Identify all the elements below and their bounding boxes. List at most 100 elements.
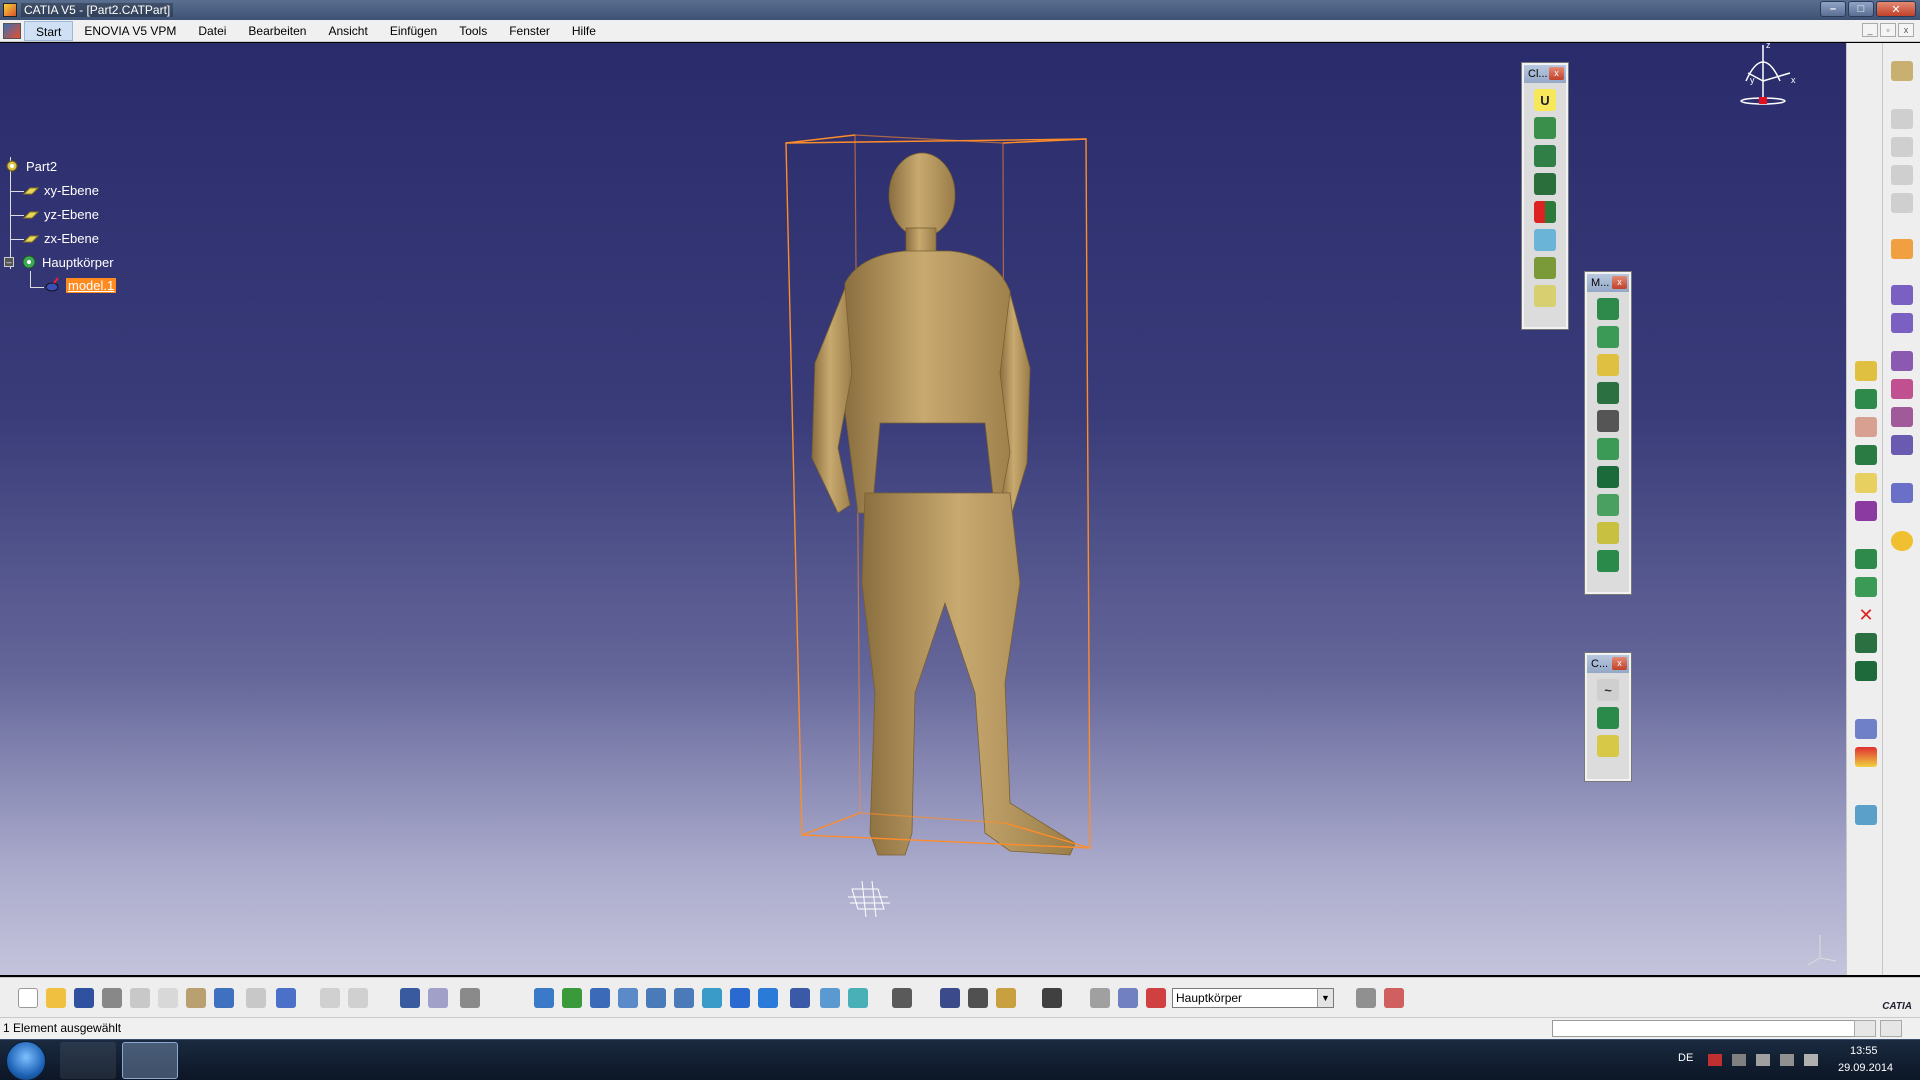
normal-view-icon[interactable]: [702, 988, 722, 1008]
tool-icon-b3[interactable]: [1891, 165, 1913, 185]
mesh-flip-icon[interactable]: [1597, 354, 1619, 376]
constraint-icon[interactable]: [968, 988, 988, 1008]
curve-sketch-icon[interactable]: ~: [1597, 679, 1619, 701]
floating-toolbar-mesh[interactable]: M... x: [1584, 271, 1632, 595]
floating-toolbar-cloud[interactable]: Cl... x U: [1521, 62, 1569, 330]
tool-icon-a1[interactable]: [1855, 361, 1877, 381]
mesh-cleaner-icon[interactable]: [1597, 410, 1619, 432]
save-icon[interactable]: [74, 988, 94, 1008]
tool-icon-b1[interactable]: [1891, 109, 1913, 129]
anchor-icon[interactable]: [996, 988, 1016, 1008]
mesh-offset-icon[interactable]: [1597, 326, 1619, 348]
menu-datei[interactable]: Datei: [187, 21, 237, 41]
toolbar-title-bar[interactable]: M... x: [1587, 274, 1629, 292]
tool-icon-a5[interactable]: [1855, 473, 1877, 493]
status-button-2[interactable]: [1880, 1020, 1902, 1037]
tool-icon-a3[interactable]: [1855, 417, 1877, 437]
reorder-icon[interactable]: [1090, 988, 1110, 1008]
menu-ansicht[interactable]: Ansicht: [317, 21, 378, 41]
magnet-icon[interactable]: U: [1534, 89, 1556, 111]
zoom-in-icon[interactable]: [646, 988, 666, 1008]
tool-icon-a7[interactable]: [1855, 549, 1877, 569]
tool-icon-a11[interactable]: [1855, 661, 1877, 681]
minimize-button[interactable]: –: [1820, 1, 1846, 17]
maximize-button[interactable]: □: [1848, 1, 1874, 17]
table-icon[interactable]: [400, 988, 420, 1008]
redo-icon[interactable]: [246, 988, 266, 1008]
tool-icon-a13[interactable]: [1855, 747, 1877, 767]
paste-icon[interactable]: [186, 988, 206, 1008]
menu-start[interactable]: Start: [24, 20, 74, 41]
open-folder-icon[interactable]: [46, 988, 66, 1008]
catalog-icon[interactable]: [428, 988, 448, 1008]
toolbar-title-bar[interactable]: C... x: [1587, 655, 1629, 673]
capture-camera-icon[interactable]: [1042, 988, 1062, 1008]
hide-show-icon[interactable]: [820, 988, 840, 1008]
new-file-icon[interactable]: [18, 988, 38, 1008]
delete-x-icon[interactable]: ✕: [1855, 605, 1877, 625]
cloud-edit-icon[interactable]: [1534, 145, 1556, 167]
scan-icon[interactable]: [1384, 988, 1404, 1008]
menu-fenster[interactable]: Fenster: [498, 21, 561, 41]
body-selector-dropdown[interactable]: Hauptkörper ▼: [1172, 988, 1334, 1008]
measure-icon[interactable]: [460, 988, 480, 1008]
tray-flag-icon[interactable]: [1708, 1054, 1722, 1066]
merge-mesh-icon[interactable]: [1597, 550, 1619, 572]
compass-icon[interactable]: z y x: [1736, 43, 1816, 133]
tool-icon-a2[interactable]: [1855, 389, 1877, 409]
tray-volume-icon[interactable]: [1804, 1054, 1818, 1066]
comment-icon[interactable]: [348, 988, 368, 1008]
tool-icon-b6[interactable]: [1891, 285, 1913, 305]
cloud-activate-icon[interactable]: [1534, 257, 1556, 279]
tray-device-icon[interactable]: [1756, 1054, 1770, 1066]
taskbar-app-catia-icon[interactable]: [122, 1042, 178, 1079]
tool-icon-b4[interactable]: [1891, 193, 1913, 213]
rotate-icon[interactable]: [618, 988, 638, 1008]
tray-monitor-icon[interactable]: [1780, 1054, 1794, 1066]
tool-icon-b10[interactable]: [1891, 407, 1913, 427]
cloud-filter-icon[interactable]: [1534, 229, 1556, 251]
cloud-split-icon[interactable]: [1534, 201, 1556, 223]
decimation-icon[interactable]: [1597, 466, 1619, 488]
tool-icon-a10[interactable]: [1855, 633, 1877, 653]
undo-icon[interactable]: [214, 988, 234, 1008]
mesh-creation-icon[interactable]: [1597, 298, 1619, 320]
tool-icon-a12[interactable]: [1855, 719, 1877, 739]
tool-icon-a8[interactable]: [1855, 577, 1877, 597]
fly-mode-icon[interactable]: [534, 988, 554, 1008]
power-input-field[interactable]: [1552, 1020, 1870, 1037]
cloud-protect-icon[interactable]: [1534, 285, 1556, 307]
document-icon[interactable]: [3, 22, 21, 39]
tool-icon-b2[interactable]: [1891, 137, 1913, 157]
windows-start-icon[interactable]: [6, 1041, 46, 1080]
tool-icon-b9[interactable]: [1891, 379, 1913, 399]
doc-close-button[interactable]: x: [1898, 23, 1914, 37]
fill-holes-icon[interactable]: [1597, 438, 1619, 460]
cut-icon[interactable]: [130, 988, 150, 1008]
select-arrow-icon[interactable]: [1891, 239, 1913, 259]
copy-icon[interactable]: [158, 988, 178, 1008]
list-icon[interactable]: [1118, 988, 1138, 1008]
formula-icon[interactable]: [320, 988, 340, 1008]
chevron-down-icon[interactable]: ▼: [1317, 989, 1333, 1007]
menu-bearbeiten[interactable]: Bearbeiten: [237, 21, 317, 41]
toolbar-close-button[interactable]: x: [1549, 67, 1564, 80]
zoom-out-icon[interactable]: [674, 988, 694, 1008]
3d-viewport[interactable]: Part2 xy-Ebene yz-Ebene zx-Ebene – Haupt…: [0, 43, 1846, 975]
whats-this-icon[interactable]: [276, 988, 296, 1008]
define-work-object-icon[interactable]: [1146, 988, 1166, 1008]
tool-icon-b7[interactable]: [1891, 313, 1913, 333]
swap-visible-icon[interactable]: [848, 988, 868, 1008]
toolbar-close-button[interactable]: x: [1612, 657, 1627, 670]
mesh-smoothing-icon[interactable]: [1597, 382, 1619, 404]
dimension-icon[interactable]: [940, 988, 960, 1008]
pan-icon[interactable]: [590, 988, 610, 1008]
menu-einfuegen[interactable]: Einfügen: [379, 21, 448, 41]
curve-section-icon[interactable]: [1597, 735, 1619, 757]
curve-projection-icon[interactable]: [1597, 707, 1619, 729]
tray-time[interactable]: 13:55: [1850, 1045, 1878, 1057]
menu-tools[interactable]: Tools: [448, 21, 498, 41]
tool-icon-a6[interactable]: [1855, 501, 1877, 521]
fit-all-icon[interactable]: [562, 988, 582, 1008]
optimize-icon[interactable]: [1597, 494, 1619, 516]
